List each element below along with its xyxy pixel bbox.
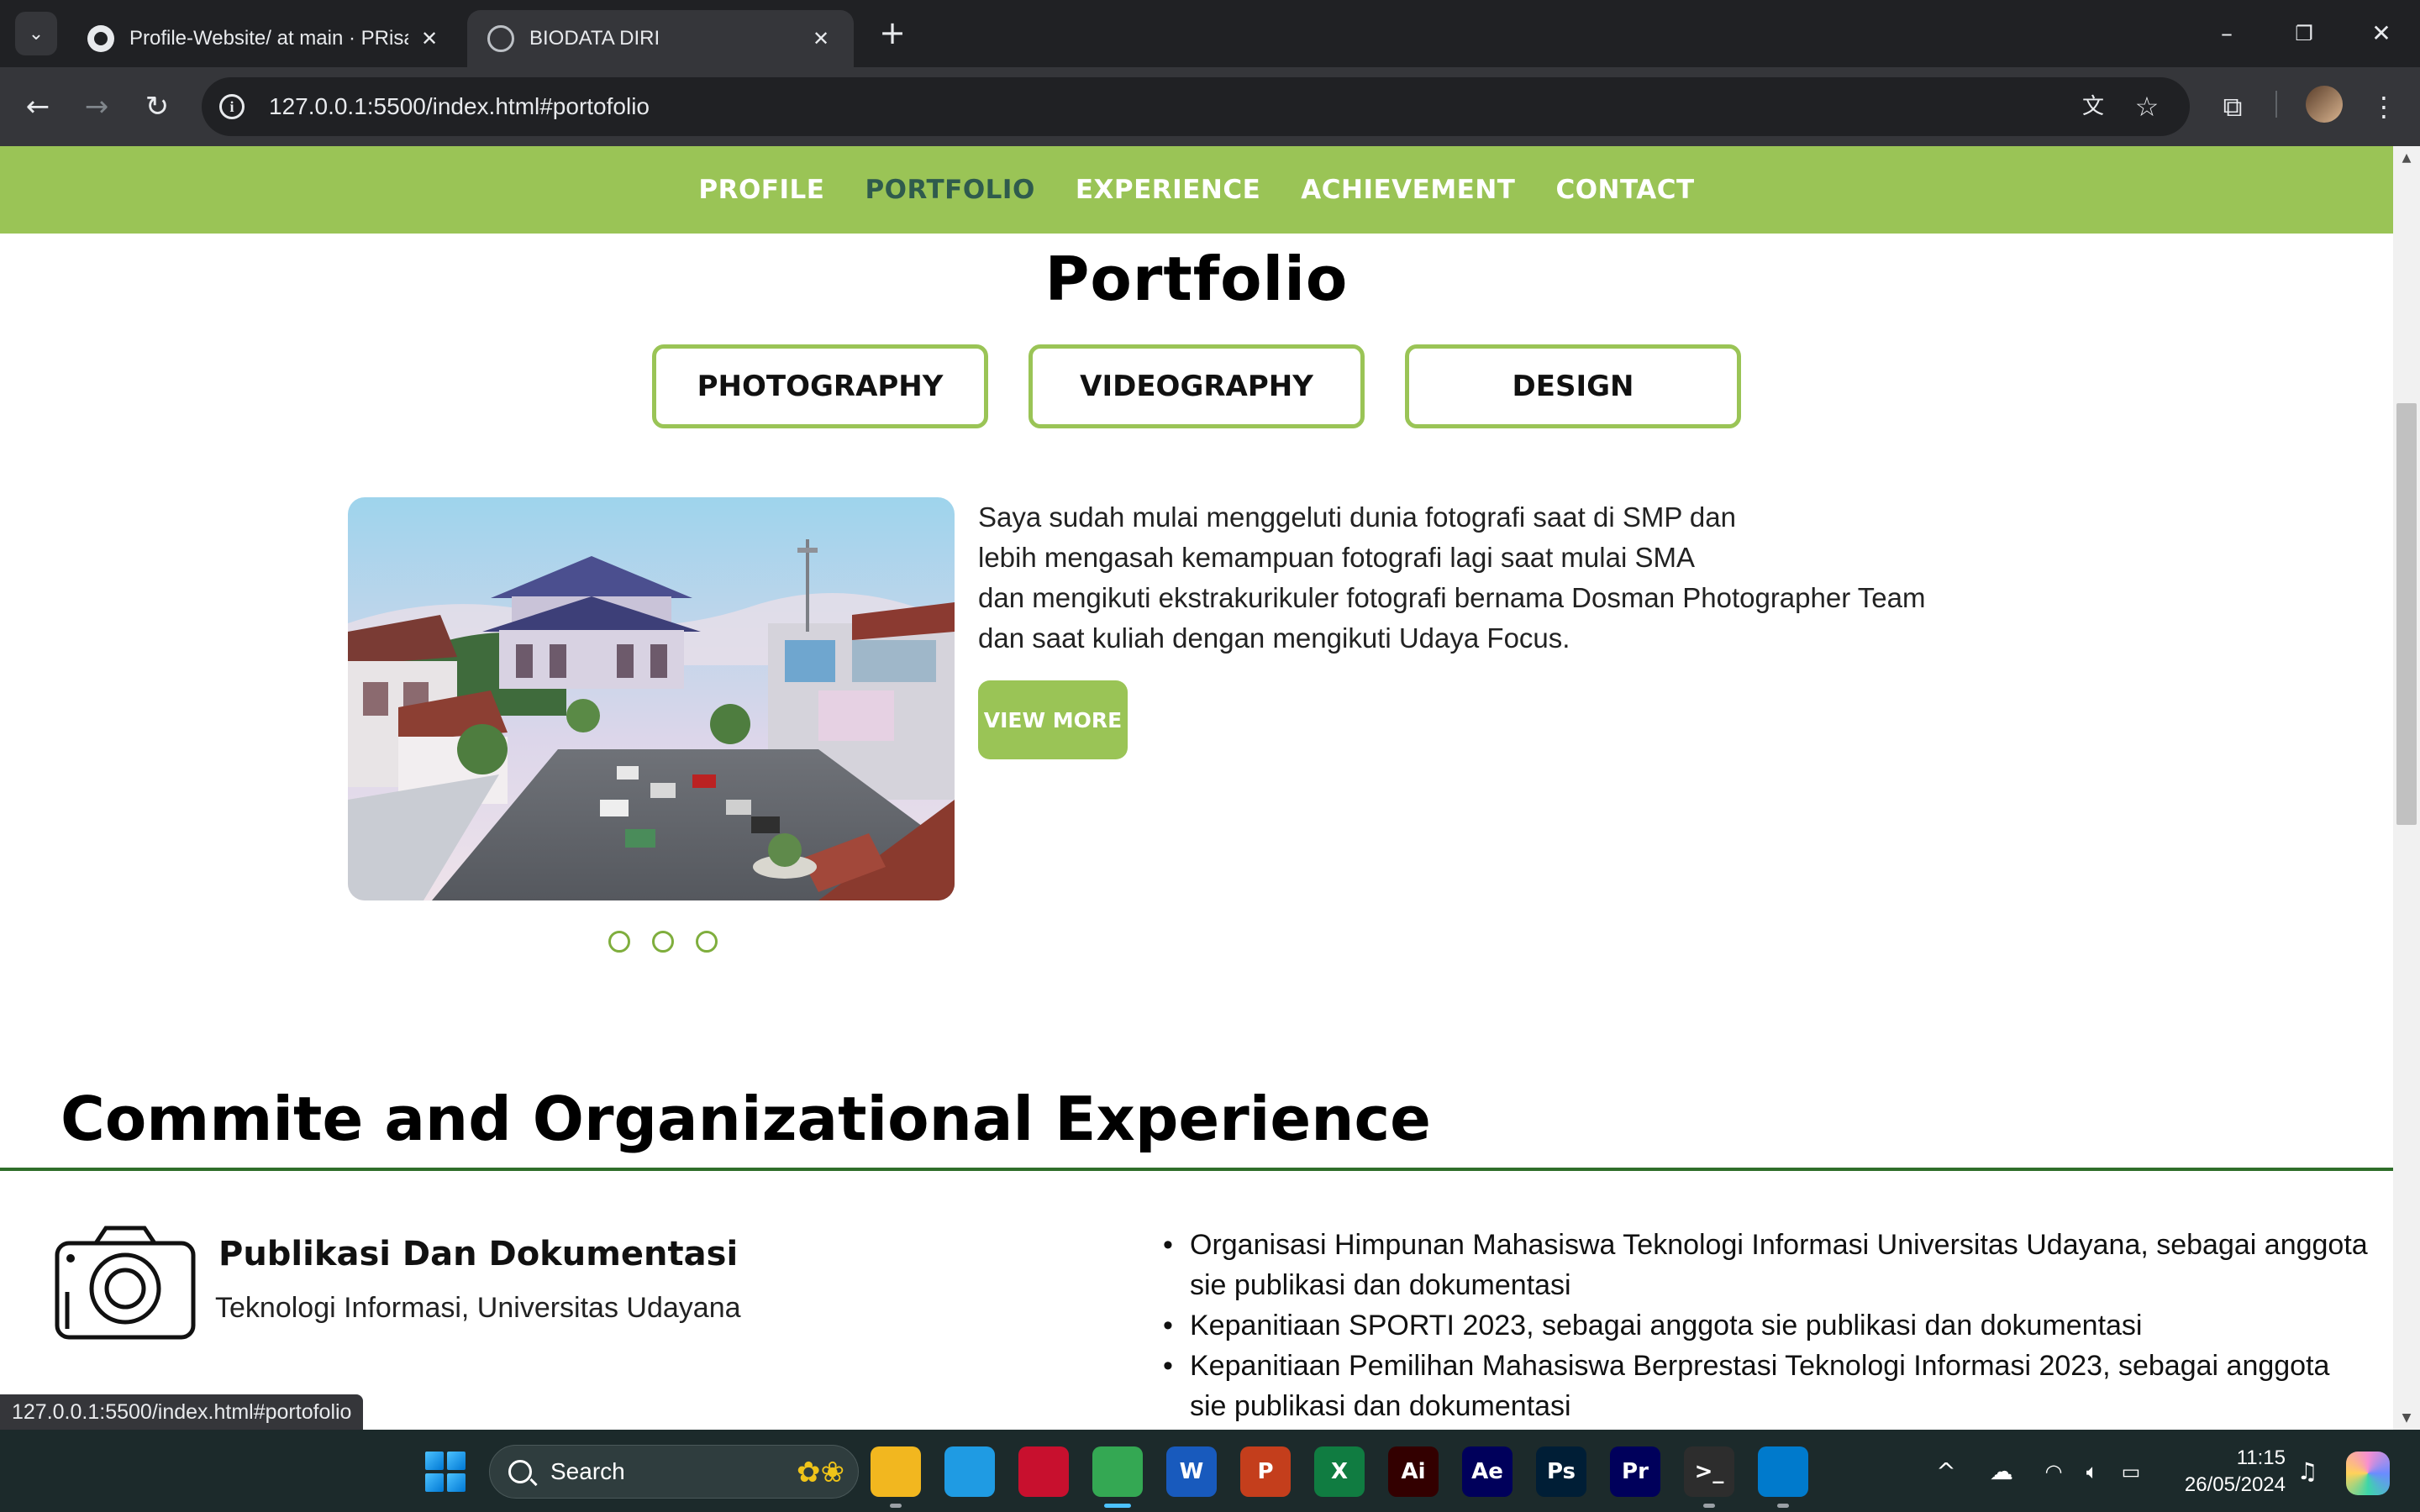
close-icon[interactable]: ✕	[808, 27, 834, 50]
site-navbar: PROFILE PORTFOLIO EXPERIENCE ACHIEVEMENT…	[0, 146, 2393, 234]
back-button[interactable]: ←	[17, 86, 59, 128]
site-info-icon[interactable]: i	[213, 88, 250, 125]
battery-icon[interactable]: ▭	[2114, 1455, 2148, 1488]
forward-button[interactable]: →	[76, 86, 118, 128]
edge-icon[interactable]	[944, 1446, 995, 1497]
category-photography-button[interactable]: PHOTOGRAPHY	[652, 344, 988, 428]
new-tab-button[interactable]: +	[874, 15, 911, 52]
description-line: dan saat kuliah dengan mengikuti Udaya F…	[978, 622, 1570, 654]
role-organization: Teknologi Informasi, Universitas Udayana	[215, 1292, 741, 1324]
slide-dot-2[interactable]	[652, 931, 674, 953]
tab-title: Profile-Website/ at main · PRisal	[129, 27, 408, 50]
experience-list: Organisasi Himpunan Mahasiswa Teknologi …	[1163, 1225, 2373, 1426]
powerpoint-icon[interactable]: P	[1240, 1446, 1291, 1497]
description-line: Saya sudah mulai menggeluti dunia fotogr…	[978, 501, 1736, 533]
restore-button[interactable]: ❐	[2279, 13, 2329, 54]
page-scrollbar[interactable]: ▲ ▼	[2393, 146, 2420, 1430]
browser-tab-bar: ⌄ Profile-Website/ at main · PRisal ✕ BI…	[0, 0, 2420, 67]
bookmark-star-icon[interactable]: ☆	[2126, 86, 2168, 128]
copilot-icon[interactable]	[2346, 1452, 2390, 1495]
list-item: Kepanitiaan Pemilihan Mahasiswa Berprest…	[1163, 1346, 2373, 1426]
github-icon	[87, 25, 114, 52]
url-text[interactable]: 127.0.0.1:5500/index.html#portofolio	[269, 93, 650, 120]
scroll-thumb[interactable]	[2396, 403, 2417, 825]
notification-bell-icon[interactable]: ♫	[2291, 1455, 2324, 1488]
view-more-button[interactable]: VIEW MORE	[978, 680, 1128, 759]
chrome-icon[interactable]	[1092, 1446, 1143, 1497]
app-running-indicator	[1703, 1504, 1715, 1508]
premiere-icon[interactable]: Pr	[1610, 1446, 1660, 1497]
nav-portfolio[interactable]: PORTFOLIO	[865, 175, 1034, 205]
close-icon[interactable]: ✕	[417, 27, 442, 50]
minimize-button[interactable]: –	[2202, 13, 2252, 54]
photoshop-icon[interactable]: Ps	[1536, 1446, 1586, 1497]
flowers-icon: ✿❀	[797, 1456, 844, 1489]
address-bar[interactable]: i 127.0.0.1:5500/index.html#portofolio 文…	[202, 77, 2190, 136]
nav-contact[interactable]: CONTACT	[1555, 175, 1694, 205]
taskbar: Search ✿❀ W P X Ai Ae Ps Pr >_ ^ ☁ ◠ 🔈︎ ▭ 11:15…	[0, 1430, 2420, 1512]
section-divider	[0, 1168, 2393, 1171]
experience-title: Commite and Organizational Experience	[60, 1084, 1432, 1154]
page-viewport: PROFILE PORTFOLIO EXPERIENCE ACHIEVEMENT…	[0, 146, 2393, 1430]
onedrive-icon[interactable]: ☁	[1985, 1455, 2018, 1488]
tab-github[interactable]: Profile-Website/ at main · PRisal ✕	[67, 10, 462, 67]
portfolio-title: Portfolio	[1044, 244, 1349, 314]
clock-time: 11:15	[2236, 1446, 2286, 1469]
category-design-button[interactable]: DESIGN	[1405, 344, 1741, 428]
tab-search-button[interactable]: ⌄	[15, 12, 57, 55]
file-explorer-icon[interactable]	[871, 1446, 921, 1497]
scroll-down-icon[interactable]: ▼	[2393, 1406, 2420, 1430]
globe-icon	[487, 25, 514, 52]
windows-start-icon[interactable]	[425, 1452, 466, 1492]
slide-dot-1[interactable]	[608, 931, 630, 953]
browser-toolbar: ← → ↻ i 127.0.0.1:5500/index.html#portof…	[0, 67, 2420, 146]
category-videography-button[interactable]: VIDEOGRAPHY	[1028, 344, 1365, 428]
wifi-icon[interactable]: ◠	[2037, 1455, 2070, 1488]
nav-profile[interactable]: PROFILE	[698, 175, 824, 205]
app-running-indicator	[890, 1504, 902, 1508]
close-window-button[interactable]: ✕	[2356, 13, 2407, 54]
nav-achievement[interactable]: ACHIEVEMENT	[1301, 175, 1515, 205]
list-item: Kepanitiaan SPORTI 2023, sebagai anggota…	[1163, 1305, 2373, 1346]
translate-icon[interactable]: 文	[2072, 86, 2114, 128]
reload-button[interactable]: ↻	[136, 86, 178, 128]
vscode-icon[interactable]	[1758, 1446, 1808, 1497]
app-running-indicator	[1777, 1504, 1789, 1508]
clock-date: 26/05/2024	[2184, 1473, 2286, 1496]
volume-icon[interactable]: 🔈︎	[2075, 1455, 2109, 1488]
nav-experience[interactable]: EXPERIENCE	[1076, 175, 1260, 205]
description-line: lebih mengasah kemampuan fotografi lagi …	[978, 542, 1695, 573]
menu-icon[interactable]: ⋮	[2363, 86, 2405, 128]
toolbar-divider	[2275, 91, 2277, 118]
taskbar-clock[interactable]: 11:15 26/05/2024	[2168, 1445, 2286, 1499]
excel-icon[interactable]: X	[1314, 1446, 1365, 1497]
list-item: Organisasi Himpunan Mahasiswa Teknologi …	[1163, 1225, 2373, 1305]
slide-dot-3[interactable]	[696, 931, 718, 953]
illustrator-icon[interactable]: Ai	[1388, 1446, 1439, 1497]
word-icon[interactable]: W	[1166, 1446, 1217, 1497]
role-title: Publikasi Dan Dokumentasi	[218, 1235, 739, 1273]
scroll-up-icon[interactable]: ▲	[2393, 146, 2420, 170]
search-icon	[508, 1460, 532, 1483]
profile-avatar[interactable]	[2306, 86, 2343, 123]
chevron-up-icon[interactable]: ^	[1929, 1455, 1963, 1488]
description-line: dan mengikuti ekstrakurikuler fotografi …	[978, 582, 1926, 613]
terminal-icon[interactable]: >_	[1684, 1446, 1734, 1497]
search-label: Search	[550, 1458, 625, 1484]
app-running-indicator	[1104, 1504, 1131, 1508]
mcafee-icon[interactable]	[1018, 1446, 1069, 1497]
camera-icon	[54, 1225, 197, 1341]
after-effects-icon[interactable]: Ae	[1462, 1446, 1512, 1497]
extensions-icon[interactable]: ⧉	[2212, 86, 2254, 128]
portfolio-description: Saya sudah mulai menggeluti dunia fotogr…	[978, 497, 2154, 659]
portfolio-photo	[348, 497, 955, 900]
taskbar-search[interactable]: Search ✿❀	[489, 1445, 859, 1499]
status-bar-url: 127.0.0.1:5500/index.html#portofolio	[0, 1394, 364, 1430]
tab-biodata[interactable]: BIODATA DIRI ✕	[467, 10, 854, 67]
tab-title: BIODATA DIRI	[529, 27, 660, 50]
